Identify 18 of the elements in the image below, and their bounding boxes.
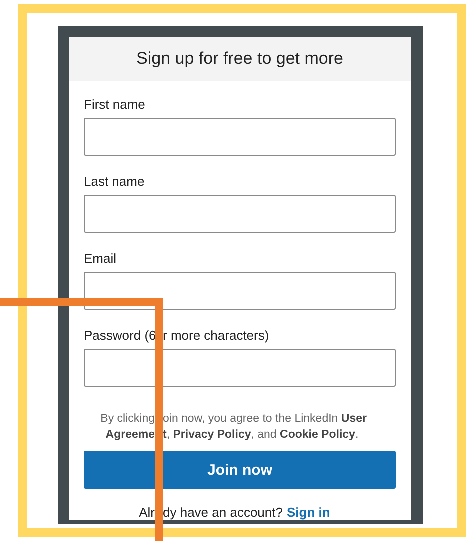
legal-text: By clicking [100,412,155,427]
input-field[interactable] [84,195,396,233]
card-title: Sign up for free to get more [69,37,411,81]
field-label: Password (6 [84,328,155,343]
join-button[interactable]: Join now [84,451,396,489]
field-label: Last name [84,174,145,189]
legal-text: oin now, you agree to the LinkedIn User [163,412,368,427]
field-label: First name [84,97,146,112]
input-field[interactable] [84,272,396,310]
legal-text: Agreeme [106,428,155,443]
legal-text: t, Privacy Policy, and Cookie Policy. [163,428,360,443]
input-field[interactable] [84,349,396,387]
signin-prompt: Alr [139,505,155,520]
input-field[interactable] [84,118,396,156]
field-label: Email [84,251,117,266]
field-label: r more characters) [163,328,270,343]
signin-prompt: dy have an account? [163,505,283,520]
signin-link[interactable]: Sign in [286,505,330,520]
